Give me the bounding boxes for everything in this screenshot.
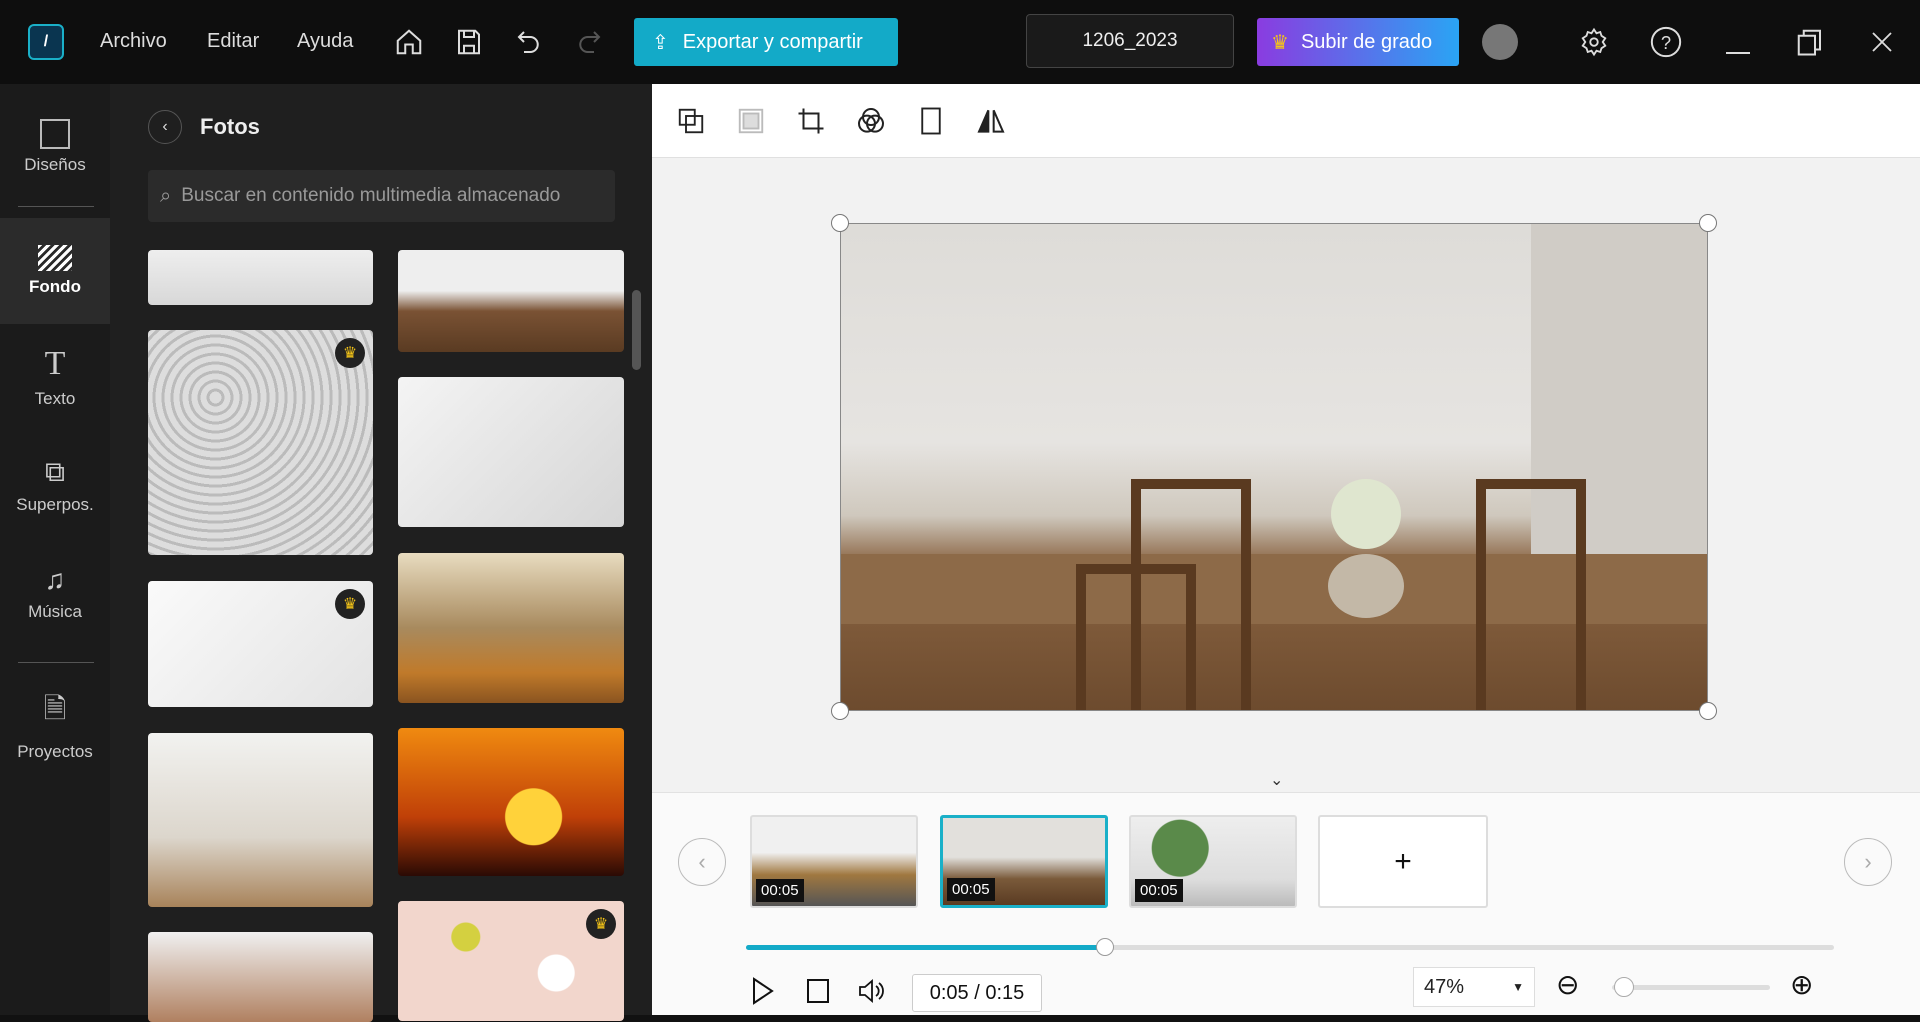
stop-icon[interactable]: [802, 975, 834, 1007]
rail-item-music[interactable]: ♫ Música: [0, 540, 110, 646]
back-button[interactable]: ‹: [148, 110, 182, 144]
zoom-out-icon[interactable]: ⊖: [1556, 968, 1579, 1001]
overlay-icon: ⧉: [45, 455, 65, 487]
timeline-prev-button[interactable]: ‹: [678, 838, 726, 886]
play-icon[interactable]: [747, 975, 779, 1007]
premium-crown-icon: ♛: [586, 909, 616, 939]
title-bar: [0, 0, 1920, 84]
export-share-button[interactable]: ⇪ Exportar y compartir: [634, 18, 898, 66]
upgrade-button[interactable]: ♛ Subir de grado: [1257, 18, 1459, 66]
redo-icon[interactable]: [571, 24, 607, 60]
photo-thumbnail[interactable]: ♛: [398, 901, 624, 1021]
photo-thumbnail[interactable]: [398, 377, 624, 527]
search-box[interactable]: ⌕: [148, 170, 615, 222]
dining-room-photo: [841, 224, 1707, 710]
seek-progress: [746, 945, 1106, 950]
timeline-next-button[interactable]: ›: [1844, 838, 1892, 886]
upload-icon: ⇪: [652, 31, 669, 54]
undo-icon[interactable]: [511, 24, 547, 60]
avatar[interactable]: [1482, 24, 1518, 60]
layout-icon: [40, 119, 70, 149]
photo-thumbnail[interactable]: [148, 733, 373, 907]
aspect-ratio-icon[interactable]: [912, 102, 950, 140]
background-icon: [38, 245, 72, 271]
save-icon[interactable]: [451, 24, 487, 60]
project-name-field[interactable]: 1206_2023: [1026, 14, 1234, 68]
panel-title: Fotos: [200, 114, 260, 139]
zoom-slider-handle[interactable]: [1614, 977, 1634, 997]
music-icon: ♫: [44, 564, 66, 595]
panel-scrollbar[interactable]: [632, 290, 641, 370]
restore-icon[interactable]: [1792, 24, 1828, 60]
time-display: 0:05 / 0:15: [912, 974, 1042, 1012]
timeline-clip[interactable]: 00:05: [750, 815, 918, 908]
search-icon: ⌕: [160, 184, 172, 207]
home-icon[interactable]: [391, 24, 427, 60]
gear-icon[interactable]: [1576, 24, 1612, 60]
add-clip-button[interactable]: +: [1318, 815, 1488, 908]
resize-handle[interactable]: [1699, 702, 1717, 720]
rail-item-text[interactable]: T Texto: [0, 324, 110, 430]
canvas-image[interactable]: [840, 223, 1708, 711]
zoom-in-icon[interactable]: ⊕: [1790, 968, 1813, 1001]
photo-thumbnail[interactable]: ♛: [148, 581, 373, 707]
photo-thumbnail[interactable]: ♛: [148, 330, 373, 555]
divider: [18, 662, 94, 663]
flip-icon[interactable]: [972, 102, 1010, 140]
resize-handle[interactable]: [1699, 214, 1717, 232]
photo-thumbnail[interactable]: [148, 932, 373, 1022]
search-input[interactable]: [181, 185, 602, 207]
photo-thumbnail[interactable]: [398, 728, 624, 876]
document-icon: 🗎: [43, 693, 67, 724]
dropdown-arrow-icon: ▼: [1512, 980, 1524, 994]
menu-ayuda[interactable]: Ayuda: [297, 30, 353, 53]
rail-item-background[interactable]: Fondo: [0, 218, 110, 324]
side-rail: Diseños Fondo T Texto ⧉ Superpos. ♫ Música …: [0, 84, 110, 1015]
zoom-slider[interactable]: [1612, 985, 1770, 990]
fit-icon: [732, 102, 770, 140]
timeline-clip[interactable]: 00:05: [1129, 815, 1297, 908]
edit-toolbar: [652, 84, 1920, 158]
divider: [18, 206, 94, 207]
timeline-clip-selected[interactable]: 00:05: [940, 815, 1108, 908]
help-icon[interactable]: ?: [1648, 24, 1684, 60]
premium-crown-icon: ♛: [335, 589, 365, 619]
minimize-icon[interactable]: [1720, 24, 1756, 60]
text-icon: T: [44, 345, 66, 382]
photo-thumbnail[interactable]: [398, 553, 624, 703]
photo-thumbnail[interactable]: [398, 250, 624, 352]
resize-handle[interactable]: [831, 214, 849, 232]
crown-icon: ♛: [1271, 31, 1289, 54]
filter-icon[interactable]: [852, 102, 890, 140]
rail-item-designs[interactable]: Diseños: [0, 94, 110, 200]
rail-item-projects[interactable]: 🗎 Proyectos: [0, 672, 110, 778]
resize-handle[interactable]: [831, 702, 849, 720]
menu-archivo[interactable]: Archivo: [100, 30, 167, 53]
rail-item-overlays[interactable]: ⧉ Superpos.: [0, 432, 110, 538]
close-icon[interactable]: [1864, 24, 1900, 60]
premium-crown-icon: ♛: [335, 338, 365, 368]
crop-icon[interactable]: [792, 102, 830, 140]
replace-media-icon[interactable]: [672, 102, 710, 140]
zoom-select[interactable]: 47% ▼: [1413, 967, 1535, 1007]
app-logo: /: [28, 24, 64, 60]
svg-text:?: ?: [1661, 32, 1671, 53]
photo-thumbnail[interactable]: [148, 250, 373, 305]
volume-icon[interactable]: [856, 975, 888, 1007]
menu-editar[interactable]: Editar: [207, 30, 259, 53]
chevron-down-icon[interactable]: ⌄: [1270, 770, 1283, 790]
seek-handle[interactable]: [1096, 938, 1115, 956]
